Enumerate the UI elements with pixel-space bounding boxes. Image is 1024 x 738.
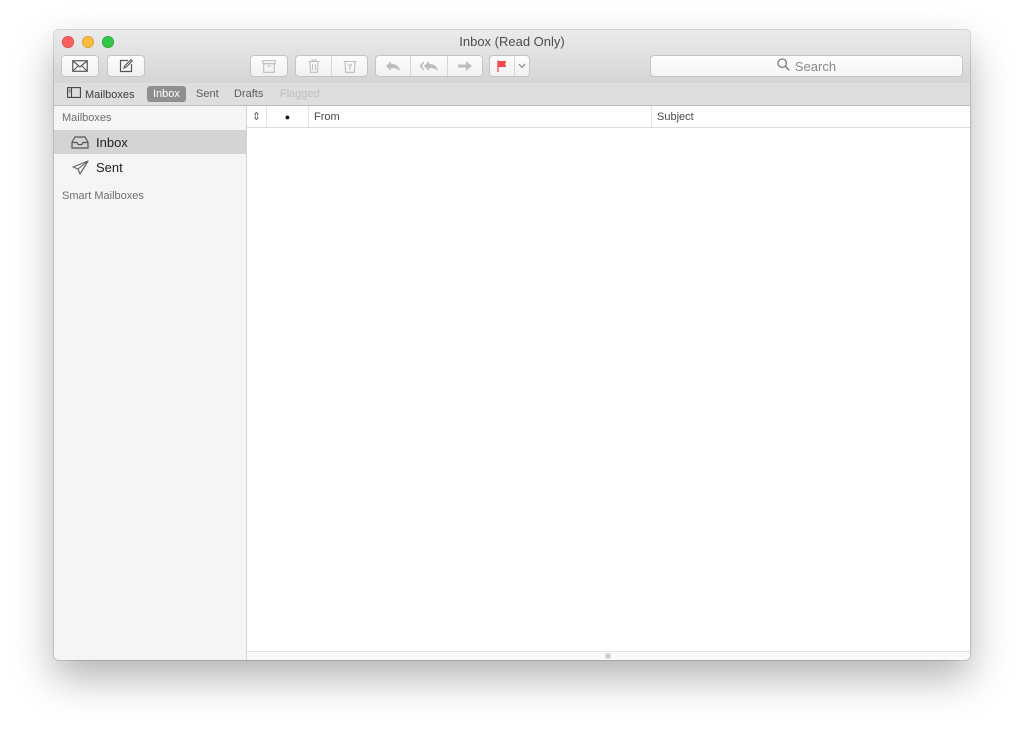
junk-button[interactable]: [332, 56, 367, 76]
trash-icon: [308, 59, 320, 73]
message-list[interactable]: ⇕ ● From Subject: [247, 106, 970, 660]
favorites-inbox[interactable]: Inbox: [147, 86, 186, 102]
forward-button[interactable]: [448, 56, 482, 76]
reply-button[interactable]: [376, 56, 412, 76]
search-placeholder: Search: [794, 58, 837, 74]
split-resize-handle[interactable]: [605, 653, 611, 659]
sidebar-toggle-icon: [67, 87, 81, 102]
archive-icon: [262, 59, 276, 73]
favorites-flagged[interactable]: Flagged: [280, 87, 320, 101]
unread-column-header[interactable]: ●: [267, 106, 309, 127]
compose-icon: [119, 59, 133, 73]
envelope-icon: [72, 60, 88, 72]
unread-dot-icon: ●: [284, 111, 291, 122]
flag-icon: [497, 60, 507, 72]
favorites-sent[interactable]: Sent: [196, 87, 219, 101]
sort-column-header[interactable]: ⇕: [247, 106, 267, 127]
inbox-tray-icon: [70, 135, 90, 149]
favorites-drafts[interactable]: Drafts: [234, 87, 263, 101]
search-field[interactable]: Search: [650, 55, 963, 77]
sidebar-item-label: Sent: [96, 159, 123, 175]
trash-button[interactable]: [296, 56, 332, 76]
reply-icon: [385, 60, 401, 72]
favorites-bar: Mailboxes Inbox Sent Drafts Flagged: [54, 83, 970, 106]
mail-window: Inbox (Read Only) Search Mailboxes Inbox…: [54, 30, 970, 660]
subject-column-header[interactable]: Subject: [652, 106, 970, 127]
sidebar-item-inbox[interactable]: Inbox: [54, 130, 246, 154]
sidebar: Mailboxes Inbox Sent Smart Mailboxes: [54, 106, 247, 660]
reply-forward-group: [375, 55, 483, 77]
forward-icon: [457, 60, 473, 72]
archive-button[interactable]: [250, 55, 288, 77]
message-list-header: ⇕ ● From Subject: [247, 106, 970, 128]
sidebar-item-sent[interactable]: Sent: [54, 155, 246, 179]
window-title: Inbox (Read Only): [459, 34, 565, 49]
get-mail-button[interactable]: [61, 55, 99, 77]
favorites-mailboxes-button[interactable]: Mailboxes: [67, 87, 135, 102]
sort-arrows-icon: ⇕: [251, 111, 262, 123]
flag-group: [489, 55, 530, 77]
compose-button[interactable]: [107, 55, 145, 77]
sidebar-item-label: Inbox: [96, 134, 128, 150]
reply-all-button[interactable]: [411, 56, 448, 76]
chevron-down-icon: [518, 63, 526, 69]
sidebar-section-mailboxes[interactable]: Mailboxes: [62, 112, 112, 124]
flag-menu-button[interactable]: [515, 56, 529, 76]
reply-all-icon: [419, 60, 439, 72]
junk-icon: [343, 59, 357, 73]
list-footer: [247, 651, 970, 660]
flag-button[interactable]: [490, 56, 516, 76]
from-column-header[interactable]: From: [309, 106, 652, 127]
titlebar: Inbox (Read Only) Search: [54, 30, 970, 84]
favorites-mailboxes-label: Mailboxes: [85, 88, 135, 101]
search-icon: [777, 58, 790, 74]
sidebar-section-smart-mailboxes[interactable]: Smart Mailboxes: [62, 190, 144, 202]
delete-junk-group: [295, 55, 368, 77]
paper-plane-icon: [70, 159, 90, 175]
